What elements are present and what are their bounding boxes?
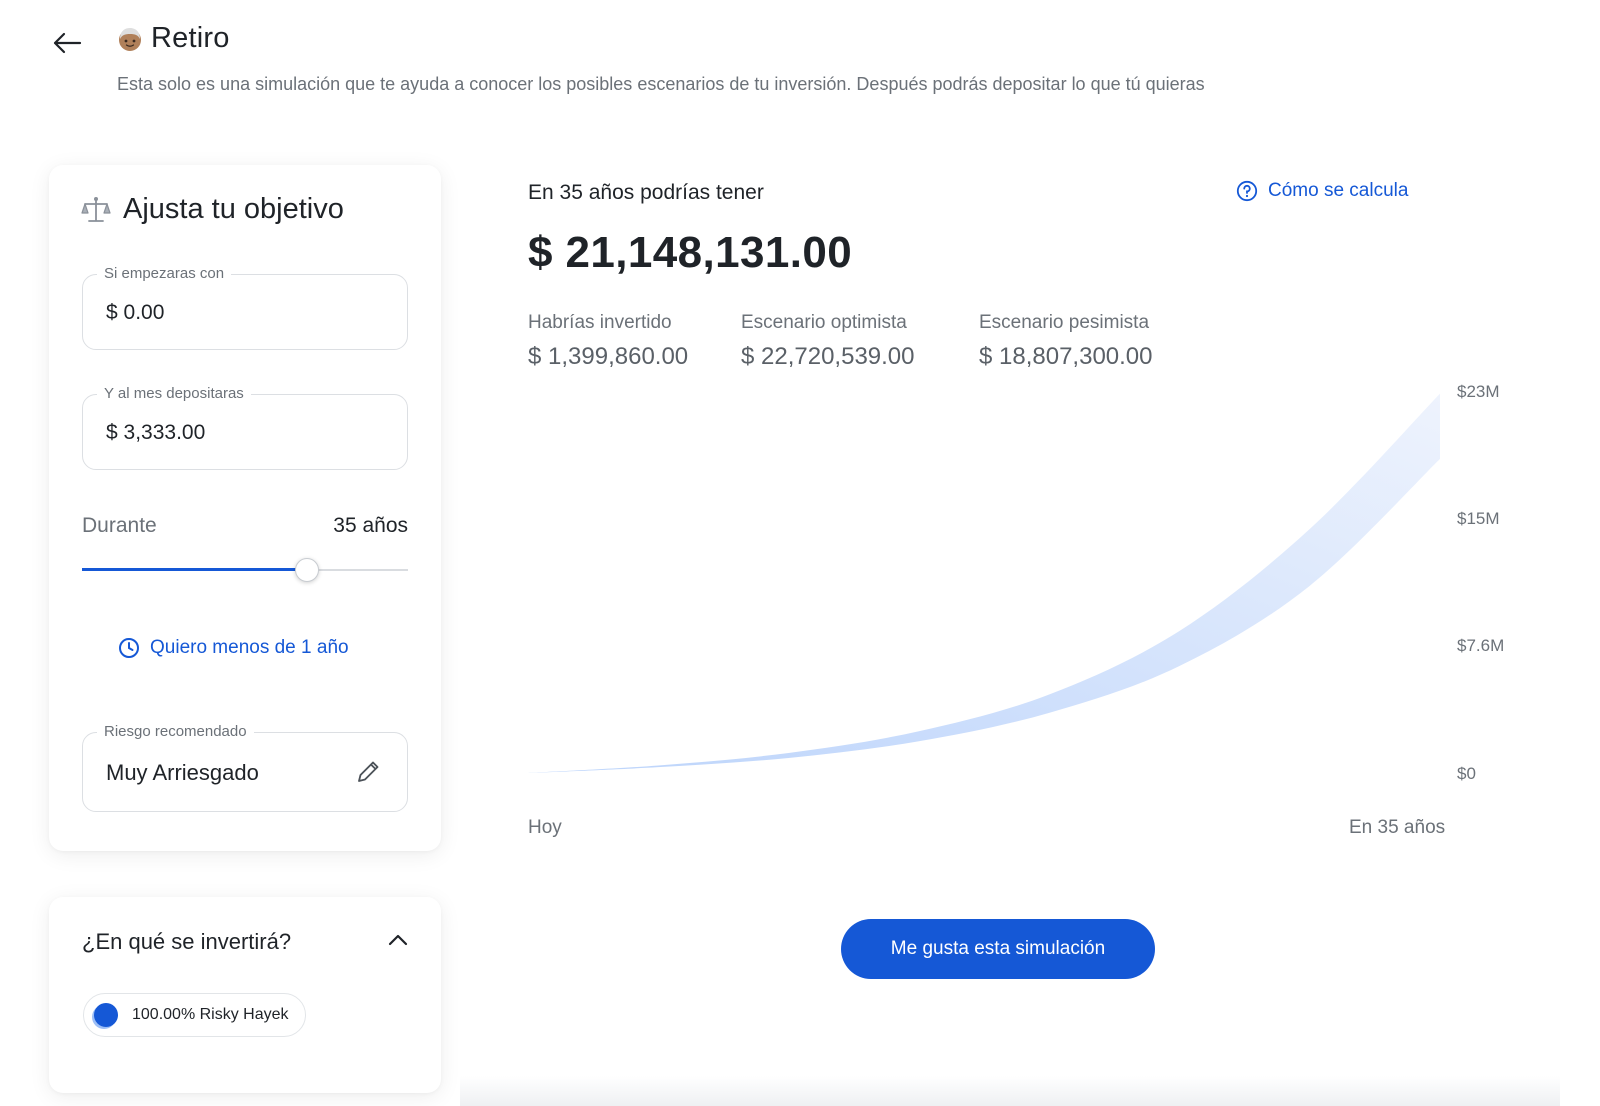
pencil-icon [358,761,379,782]
projected-amount: $ 21,148,131.00 [528,228,853,277]
duration-slider[interactable] [82,558,408,582]
y-tick-label: $23M [1457,382,1500,401]
bottom-shadow [460,1076,1560,1106]
risk-label: Riesgo recomendado [97,723,254,740]
slider-thumb[interactable] [294,558,319,582]
allocation-label: 100.00% Risky Hayek [132,1006,289,1023]
how-calculated-link[interactable]: Cómo se calcula [1236,180,1408,202]
projection-band [528,393,1440,773]
initial-amount-value[interactable]: $ 0.00 [106,301,164,325]
projection-chart-svg [528,393,1440,773]
how-calculated-label: Cómo se calcula [1268,180,1409,201]
risk-field[interactable]: Riesgo recomendado Muy Arriesgado [82,723,408,812]
stat-label: Escenario optimista [741,312,907,333]
stat-value: $ 22,720,539.00 [741,343,915,370]
x-tick-label: En 35 años [1349,817,1446,838]
question-circle-icon [1236,180,1258,202]
title-block: Retiro [117,22,230,55]
less-than-year-link[interactable]: Quiero menos de 1 año [118,637,349,659]
goal-card-title: Ajusta tu objetivo [123,193,344,225]
slider-fill [82,568,307,571]
grandparent-emoji-icon [119,27,141,51]
monthly-deposit-field[interactable]: Y al mes depositaras $ 3,333.00 [82,385,408,470]
y-tick-label: $0 [1457,764,1476,783]
edit-risk-button[interactable] [353,757,383,787]
stat-value: $ 18,807,300.00 [979,343,1153,370]
investment-card-title: ¿En qué se invertirá? [82,929,292,954]
stat-label: Escenario pesimista [979,312,1150,333]
clock-icon [119,638,139,658]
duration-label: Durante [82,514,157,537]
monthly-deposit-value[interactable]: $ 3,333.00 [106,421,205,445]
stat-invested: Habrías invertido $ 1,399,860.00 [528,312,688,371]
investment-card: ¿En qué se invertirá? 100.00% Risky Haye… [49,897,441,1093]
y-tick-label: $15M [1457,509,1500,528]
balance-scale-icon [81,196,111,222]
chevron-up-icon [388,934,408,946]
page-subtitle: Esta solo es una simulación que te ayuda… [117,74,1205,94]
x-tick-label: Hoy [528,817,562,838]
page-title: Retiro [151,22,230,54]
like-simulation-button[interactable]: Me gusta esta simulación [841,919,1155,979]
less-than-year-label: Quiero menos de 1 año [150,637,349,658]
initial-amount-field[interactable]: Si empezaras con $ 0.00 [82,265,408,350]
stat-optimistic: Escenario optimista $ 22,720,539.00 [741,312,915,371]
collapse-button[interactable] [385,927,411,953]
stat-value: $ 1,399,860.00 [528,343,689,370]
stat-label: Habrías invertido [528,312,672,333]
duration-value: 35 años [333,514,408,537]
monthly-deposit-label: Y al mes depositaras [97,385,251,402]
arrow-left-icon [53,32,82,54]
risk-value: Muy Arriesgado [106,760,259,785]
simulation-page: Retiro Esta solo es una simulación que t… [0,0,1600,1106]
back-button[interactable] [50,28,84,58]
projection-chart: $23M $15M $7.6M $0 Hoy En 35 años [520,380,1530,860]
y-tick-label: $7.6M [1457,636,1505,655]
initial-amount-label: Si empezaras con [97,265,232,282]
allocation-dot-icon [94,1003,118,1027]
goal-card-header: Ajusta tu objetivo [81,193,344,226]
allocation-chip[interactable]: 100.00% Risky Hayek [83,993,306,1037]
result-headline: En 35 años podrías tener [528,181,764,204]
stat-pessimistic: Escenario pesimista $ 18,807,300.00 [979,312,1153,371]
